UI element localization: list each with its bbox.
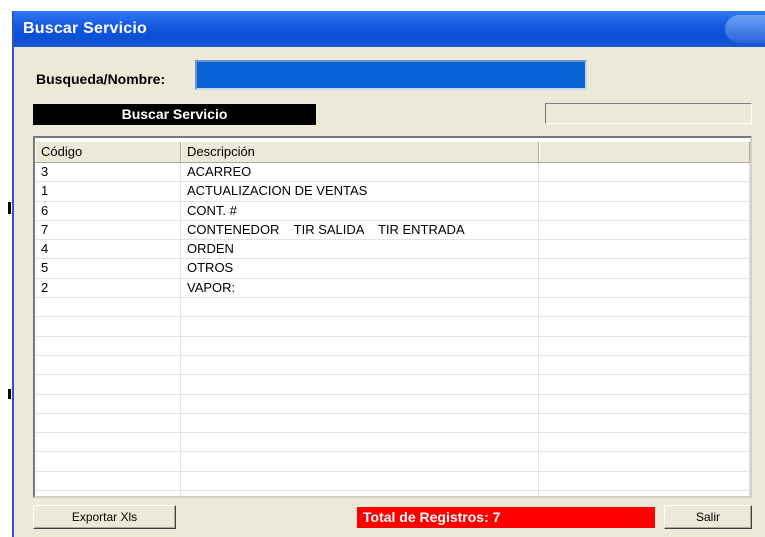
table-row[interactable]: 3 ACARREO — [35, 163, 750, 183]
cell-code — [35, 336, 181, 355]
cell-extra — [539, 220, 750, 240]
table-row[interactable] — [35, 471, 750, 492]
cell-code — [35, 394, 181, 413]
title-bar-cap — [725, 15, 765, 43]
column-header-description[interactable]: Descripción — [181, 142, 539, 162]
cell-code: 5 — [35, 259, 181, 278]
search-service-button[interactable]: Buscar Servicio — [33, 104, 316, 125]
title-bar[interactable]: Buscar Servicio — [14, 11, 765, 47]
cell-extra — [539, 375, 750, 394]
cell-description: ACTUALIZACION DE VENTAS — [181, 182, 539, 201]
table-row[interactable] — [35, 298, 750, 318]
cell-description — [181, 394, 539, 413]
status-field — [545, 103, 752, 124]
table-row[interactable] — [35, 355, 750, 376]
cell-extra — [539, 491, 750, 496]
desktop-edge — [0, 0, 12, 537]
edge-mark — [8, 202, 11, 214]
table-row[interactable]: 7 CONTENEDOR TIR SALIDA TIR ENTRADA — [35, 220, 750, 241]
table-row[interactable] — [35, 394, 750, 414]
cell-extra — [539, 298, 750, 317]
cell-code: 4 — [35, 240, 181, 259]
cell-extra — [539, 240, 750, 259]
cell-code: 2 — [35, 278, 181, 298]
cell-description — [181, 452, 539, 471]
cell-description — [181, 491, 539, 496]
cell-code — [35, 491, 181, 496]
cell-description — [181, 471, 539, 491]
cell-description — [181, 375, 539, 394]
cell-code — [35, 413, 181, 433]
table-row[interactable]: 2 VAPOR: — [35, 278, 750, 299]
table-row[interactable]: 4 ORDEN — [35, 240, 750, 260]
cell-code — [35, 471, 181, 491]
cell-extra — [539, 452, 750, 471]
cell-extra — [539, 278, 750, 298]
table-row[interactable] — [35, 336, 750, 356]
cell-description: ORDEN — [181, 240, 539, 259]
cell-description — [181, 413, 539, 433]
cell-code: 3 — [35, 163, 181, 182]
table-row[interactable]: 6 CONT. # — [35, 201, 750, 221]
cell-code — [35, 433, 181, 452]
cell-description — [181, 317, 539, 336]
cell-extra — [539, 471, 750, 491]
table-row[interactable] — [35, 491, 750, 496]
cell-code: 7 — [35, 220, 181, 240]
cell-extra — [539, 394, 750, 413]
exit-button[interactable]: Salir — [664, 505, 752, 529]
column-header-code[interactable]: Código — [35, 142, 181, 162]
cell-code: 6 — [35, 201, 181, 220]
cell-description: CONTENEDOR TIR SALIDA TIR ENTRADA — [181, 220, 539, 240]
cell-extra — [539, 317, 750, 336]
cell-code — [35, 317, 181, 336]
cell-extra — [539, 336, 750, 355]
cell-extra — [539, 259, 750, 278]
grid-rows: 3 ACARREO 1 ACTUALIZACION DE VENTAS 6 CONT. #… — [35, 163, 750, 496]
search-input[interactable] — [195, 60, 587, 90]
cell-code: 1 — [35, 182, 181, 201]
cell-extra — [539, 413, 750, 433]
services-grid[interactable]: Código Descripción 3 ACARREO 1 ACTUALIZACIO… — [33, 136, 752, 498]
cell-description — [181, 336, 539, 355]
cell-extra — [539, 433, 750, 452]
table-row[interactable]: 5 OTROS — [35, 259, 750, 279]
cell-description — [181, 355, 539, 375]
table-row[interactable] — [35, 433, 750, 453]
cell-description: CONT. # — [181, 201, 539, 220]
cell-description — [181, 298, 539, 317]
cell-extra — [539, 201, 750, 220]
cell-description — [181, 433, 539, 452]
cell-code — [35, 298, 181, 317]
table-row[interactable] — [35, 452, 750, 472]
window-title: Buscar Servicio — [23, 20, 147, 37]
search-label: Busqueda/Nombre: — [36, 71, 166, 87]
grid-header: Código Descripción — [35, 142, 750, 163]
cell-extra — [539, 355, 750, 375]
export-xls-button[interactable]: Exportar Xls — [33, 505, 176, 529]
table-row[interactable] — [35, 317, 750, 337]
search-service-window: Buscar Servicio Busqueda/Nombre: Buscar … — [12, 11, 765, 537]
edge-mark — [8, 389, 11, 399]
cell-code — [35, 355, 181, 375]
cell-extra — [539, 163, 750, 182]
total-records-badge: Total de Registros: 7 — [357, 507, 655, 528]
cell-code — [35, 375, 181, 394]
cell-description: OTROS — [181, 259, 539, 278]
column-header-extra[interactable] — [539, 142, 750, 162]
cell-extra — [539, 182, 750, 201]
cell-code — [35, 452, 181, 471]
table-row[interactable]: 1 ACTUALIZACION DE VENTAS — [35, 182, 750, 202]
table-row[interactable] — [35, 413, 750, 434]
cell-description: VAPOR: — [181, 278, 539, 298]
table-row[interactable] — [35, 375, 750, 395]
cell-description: ACARREO — [181, 163, 539, 182]
